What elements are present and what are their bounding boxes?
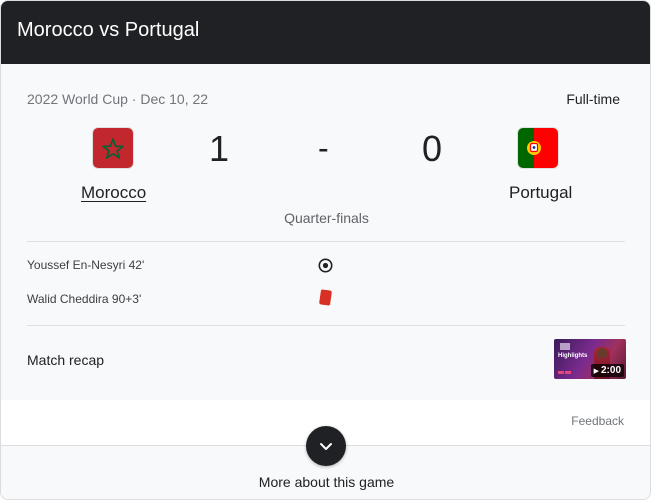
video-duration-badge: ▶ 2:00 xyxy=(590,364,624,377)
match-recap-link[interactable]: Match recap xyxy=(27,352,104,368)
score-separator: - xyxy=(318,130,329,166)
match-title: Morocco vs Portugal xyxy=(17,19,200,41)
tournament-logo-icon xyxy=(560,343,570,350)
goal-icon xyxy=(318,258,333,273)
more-about-game-label: More about this game xyxy=(258,474,395,490)
divider xyxy=(27,325,625,326)
recap-video-thumbnail[interactable]: Highlights ▶ 2:00 xyxy=(554,339,626,379)
expand-button[interactable] xyxy=(306,426,346,466)
thumbnail-decoration xyxy=(558,361,578,374)
play-icon: ▶ xyxy=(593,368,599,375)
video-duration: 2:00 xyxy=(600,365,621,376)
portugal-flag-icon[interactable] xyxy=(518,128,558,168)
match-stage: Quarter-finals xyxy=(284,210,369,226)
thumbnail-label: Highlights xyxy=(558,353,588,359)
event-red-card: Walid Cheddira 90+3' xyxy=(27,292,142,306)
card-header: Morocco vs Portugal xyxy=(1,1,650,64)
match-status: Full-time xyxy=(566,91,620,107)
red-card-icon xyxy=(319,289,332,306)
divider xyxy=(27,241,625,242)
match-meta: 2022 World Cup · Dec 10, 22 xyxy=(27,91,209,107)
home-score: 1 xyxy=(209,128,230,169)
chevron-down-icon xyxy=(320,443,332,450)
away-score: 0 xyxy=(422,128,443,169)
event-goal: Youssef En-Nesyri 42' xyxy=(27,258,145,272)
morocco-flag-icon[interactable] xyxy=(93,128,133,168)
match-body: 2022 World Cup · Dec 10, 22 Full-time 1 … xyxy=(1,64,650,400)
away-team-name: Portugal xyxy=(509,183,573,202)
match-card: Morocco vs Portugal 2022 World Cup · Dec… xyxy=(0,0,651,500)
feedback-link[interactable]: Feedback xyxy=(571,414,624,428)
home-team-link[interactable]: Morocco xyxy=(81,183,146,203)
